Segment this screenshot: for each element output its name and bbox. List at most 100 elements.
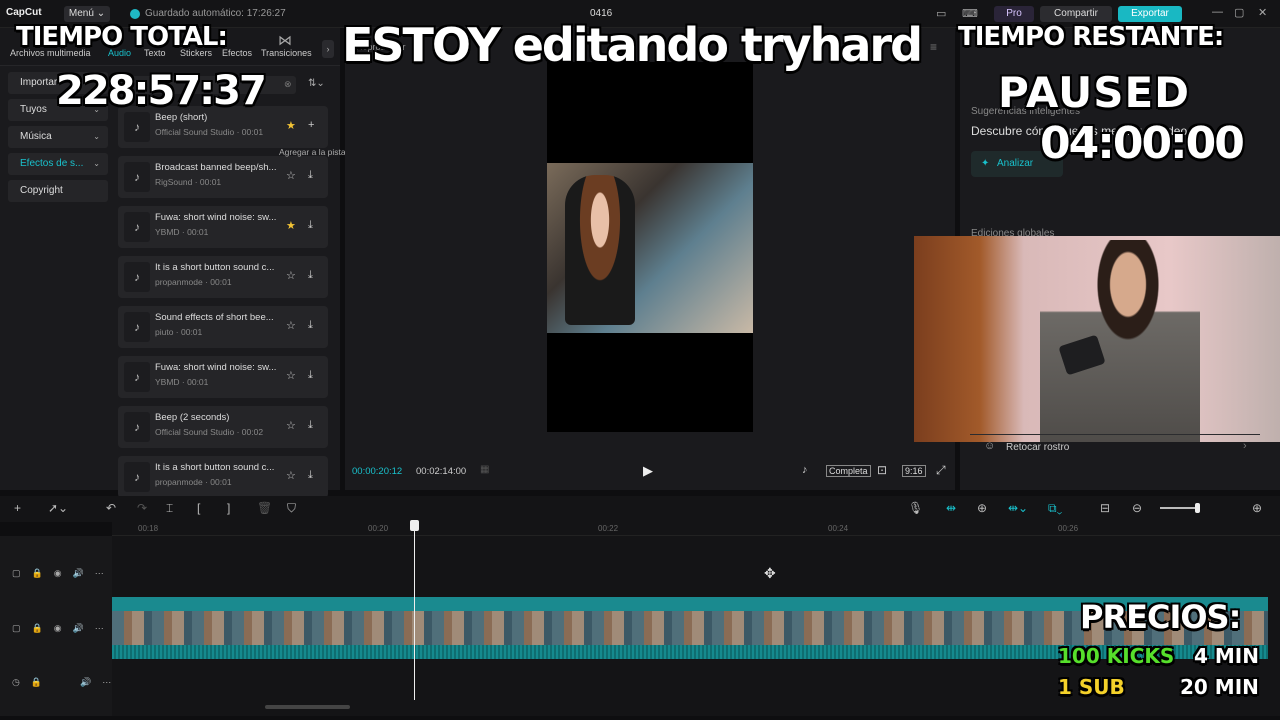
- price-sub-key: 1 SUB: [1058, 675, 1125, 699]
- trim-right-icon[interactable]: ]: [227, 501, 230, 515]
- download-icon[interactable]: ⤓: [308, 269, 313, 282]
- sound-item[interactable]: ♪ Beep (2 seconds) Official Sound Studio ·…: [118, 406, 328, 448]
- sound-meta: propanmode · 00:01: [155, 477, 232, 487]
- minimize-icon[interactable]: —: [1212, 6, 1223, 18]
- trim-left-icon[interactable]: [: [197, 501, 200, 515]
- redo-icon[interactable]: ↷: [137, 501, 147, 515]
- sound-list: ♪ Beep (short) Official Sound Studio · 00:…: [118, 106, 328, 506]
- snap-icon[interactable]: ⊕: [977, 501, 987, 515]
- sidebar-item-music[interactable]: Música ⌄: [8, 126, 108, 148]
- delete-icon[interactable]: 🗑: [257, 501, 272, 515]
- total-time-label: TIEMPO TOTAL:: [16, 22, 228, 52]
- track-3-controls[interactable]: ◷🔒 🔊⋯: [12, 677, 122, 688]
- timecode-grid-icon[interactable]: ▦: [480, 464, 489, 475]
- tabs-next-icon[interactable]: ›: [322, 40, 334, 58]
- play-icon[interactable]: ▶: [643, 463, 653, 479]
- sound-title: Fuwa: short wind noise: sw...: [155, 212, 277, 223]
- favorite-star-icon[interactable]: ★: [286, 119, 296, 132]
- sound-item[interactable]: ♪ It is a short button sound c... propanmo…: [118, 256, 328, 298]
- player-menu-icon[interactable]: ≡: [930, 40, 937, 54]
- download-icon[interactable]: ⤓: [308, 219, 313, 232]
- total-time: 00:02:14:00: [416, 466, 467, 477]
- ruler-tick: 00:24: [828, 524, 849, 533]
- maximize-icon[interactable]: ▢: [1234, 6, 1244, 19]
- clear-search-icon[interactable]: ⊗: [284, 79, 292, 90]
- favorite-star-icon[interactable]: ☆: [286, 319, 296, 332]
- sound-item[interactable]: ♪ Sound effects of short bee... piuto · 00…: [118, 306, 328, 348]
- download-icon[interactable]: ⤓: [308, 469, 313, 482]
- aspect-ratio-select[interactable]: 9:16: [902, 465, 926, 477]
- download-icon[interactable]: ⤓: [308, 319, 313, 332]
- transitions-icon[interactable]: ⋈: [278, 32, 292, 49]
- music-note-icon: ♪: [124, 362, 150, 392]
- microphone-icon[interactable]: 🎙: [908, 501, 923, 515]
- sound-item[interactable]: ♪ Fuwa: short wind noise: sw... YBMD · 00:…: [118, 206, 328, 248]
- sound-item[interactable]: ♪ It is a short button sound c... propanmo…: [118, 456, 328, 498]
- countdown-value: 04:00:00: [1040, 118, 1245, 169]
- favorite-star-icon[interactable]: ☆: [286, 269, 296, 282]
- preview-axis-icon[interactable]: ⊟: [1100, 501, 1110, 515]
- select-tool-icon[interactable]: ➚⌄: [48, 501, 68, 515]
- export-button[interactable]: Exportar: [1118, 6, 1182, 22]
- sound-title: Broadcast banned beep/sh...: [155, 162, 277, 173]
- link-clips-icon[interactable]: ⇹: [946, 501, 956, 515]
- sound-item[interactable]: ♪ Fuwa: short wind noise: sw... YBMD · 00:…: [118, 356, 328, 398]
- sound-meta: YBMD · 00:01: [155, 227, 209, 237]
- timeline-scrollbar[interactable]: [265, 705, 350, 709]
- quality-select[interactable]: Completa: [826, 465, 871, 477]
- undo-icon[interactable]: ↶: [106, 501, 116, 515]
- streamer-image: [1040, 240, 1200, 442]
- playhead-handle[interactable]: [410, 520, 419, 531]
- tab-transitions[interactable]: Transiciones: [261, 48, 312, 58]
- download-icon[interactable]: ⤓: [308, 419, 313, 432]
- pro-button[interactable]: Pro: [994, 6, 1034, 22]
- sparkle-icon: ✦: [981, 158, 990, 169]
- download-icon[interactable]: ⤓: [308, 169, 313, 182]
- track-1-controls[interactable]: ▢🔒◉🔊⋯: [12, 568, 115, 579]
- share-button[interactable]: Compartir: [1040, 6, 1112, 22]
- total-time-value: 228:57:37: [56, 68, 267, 114]
- paused-status: PAUSED: [998, 68, 1191, 117]
- close-icon[interactable]: ✕: [1258, 6, 1267, 19]
- zoom-out-icon[interactable]: ⊖: [1132, 501, 1142, 515]
- favorite-star-icon[interactable]: ☆: [286, 419, 296, 432]
- tiktok-icon[interactable]: ♪: [802, 464, 808, 476]
- layout-icon[interactable]: ▭: [936, 7, 946, 20]
- split-screen-icon[interactable]: ⧉⌄: [1048, 501, 1062, 516]
- retouch-face-item[interactable]: Retocar rostro: [970, 434, 1260, 460]
- filter-icon[interactable]: ⇅⌄: [308, 78, 325, 89]
- time-ruler[interactable]: [112, 522, 1280, 536]
- video-subject: [565, 175, 635, 325]
- favorite-star-icon[interactable]: ☆: [286, 369, 296, 382]
- playhead[interactable]: [414, 522, 415, 700]
- music-note-icon: ♪: [124, 412, 150, 442]
- menu-button[interactable]: Menú ⌄: [64, 6, 110, 22]
- chevron-down-icon: ⌄: [93, 132, 100, 141]
- linkage-icon[interactable]: ⇹⌄: [1008, 501, 1028, 515]
- add-to-track-icon[interactable]: +: [308, 119, 314, 131]
- sound-item[interactable]: ♪ Broadcast banned beep/sh... RigSound · 0…: [118, 156, 328, 198]
- sound-meta: Official Sound Studio · 00:02: [155, 427, 264, 437]
- sound-meta: RigSound · 00:01: [155, 177, 222, 187]
- snapshot-icon[interactable]: ⊡: [877, 463, 887, 477]
- autosave-icon: [130, 9, 140, 19]
- favorite-star-icon[interactable]: ★: [286, 219, 296, 232]
- track-2-controls[interactable]: ▢🔒◉🔊⋯: [12, 623, 115, 634]
- zoom-slider-handle[interactable]: [1195, 503, 1200, 513]
- app-logo: CapCut: [6, 7, 42, 18]
- favorite-star-icon[interactable]: ☆: [286, 169, 296, 182]
- download-icon[interactable]: ⤓: [308, 369, 313, 382]
- split-icon[interactable]: ⌶: [166, 501, 173, 516]
- shortcuts-icon[interactable]: ⌨: [962, 7, 978, 20]
- add-icon[interactable]: +: [14, 501, 21, 515]
- fullscreen-icon[interactable]: ⤢: [936, 463, 946, 478]
- ruler-tick: 00:22: [598, 524, 619, 533]
- prices-label: PRECIOS:: [1080, 598, 1241, 636]
- zoom-slider[interactable]: [1160, 507, 1200, 509]
- sidebar-item-copyright[interactable]: Copyright: [8, 180, 108, 202]
- shield-icon[interactable]: ⛉: [287, 501, 296, 516]
- zoom-in-icon[interactable]: ⊕: [1252, 501, 1262, 515]
- favorite-star-icon[interactable]: ☆: [286, 469, 296, 482]
- sidebar-item-sound-effects[interactable]: Efectos de s... ⌄: [8, 153, 108, 175]
- face-icon: ☺: [984, 440, 996, 452]
